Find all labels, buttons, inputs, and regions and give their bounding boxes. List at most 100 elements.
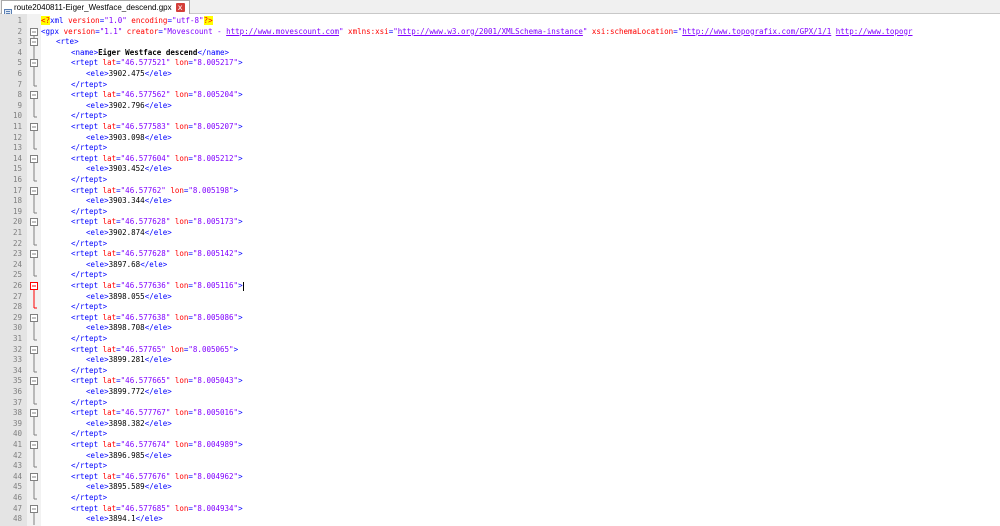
code-line[interactable]: </rtept>	[71, 207, 107, 218]
close-icon[interactable]: x	[175, 3, 185, 12]
code-line[interactable]: </rtept>	[71, 270, 107, 281]
code-line[interactable]: </rtept>	[71, 366, 107, 377]
fold-minus-icon[interactable]	[30, 217, 38, 229]
code-token: lat	[98, 344, 117, 354]
fold-minus-icon[interactable]	[30, 37, 38, 49]
fold-minus-icon[interactable]	[30, 408, 38, 420]
code-editor[interactable]: 1 2 3 4 5 6 7 8 9 10 11 12 13 14 15 16 17 18 19 20 21 22 23 24 2…	[0, 14, 1000, 526]
code-line[interactable]: <rtept lat="46.577562" lon="8.005204">	[71, 90, 243, 101]
fold-minus-icon[interactable]	[30, 90, 38, 102]
code-line[interactable]: <rtept lat="46.577583" lon="8.005207">	[71, 122, 243, 133]
code-token: "46.577665"	[120, 376, 171, 386]
fold-end	[30, 143, 38, 154]
fold-minus-icon[interactable]	[30, 345, 38, 356]
code-token: <?	[41, 16, 51, 25]
code-line[interactable]: <ele>3896.985</ele>	[86, 451, 172, 462]
code-line[interactable]: <rtept lat="46.577604" lon="8.005212">	[71, 154, 243, 165]
code-token: </	[71, 302, 81, 312]
code-line[interactable]: </rtept>	[71, 334, 107, 345]
editor-window: route2040811-Eiger_Westface_descend.gpx …	[0, 0, 1000, 526]
code-line[interactable]: </rtept>	[71, 429, 107, 440]
code-line[interactable]: <ele>3902.874</ele>	[86, 228, 172, 239]
code-line[interactable]: <ele>3894.1</ele>	[86, 514, 163, 525]
code-token: "46.577638"	[120, 312, 171, 322]
code-token: 3902.796	[108, 100, 145, 110]
code-token: ele	[90, 291, 105, 301]
code-token: ?>	[203, 16, 213, 25]
fold-minus-icon[interactable]	[30, 472, 38, 483]
fold-minus-icon[interactable]	[30, 186, 38, 197]
code-line[interactable]: </rtept>	[71, 398, 107, 409]
code-line[interactable]: </rtept>	[71, 143, 107, 154]
code-area[interactable]: <?xml version="1.0" encoding="utf-8"?> <g…	[41, 14, 1000, 526]
code-line[interactable]: <ele>3902.475</ele>	[86, 69, 172, 80]
code-line[interactable]: <rtept lat="46.577636" lon="8.005116">	[71, 281, 244, 292]
code-token: lat	[98, 217, 117, 227]
code-token: >	[158, 514, 163, 524]
code-line[interactable]: <ele>3898.382</ele>	[86, 419, 172, 430]
fold-line	[30, 418, 38, 430]
code-line[interactable]: </rtept>	[71, 111, 107, 122]
code-line[interactable]: <ele>3898.055</ele>	[86, 292, 172, 303]
code-token: 3898.382	[108, 418, 145, 428]
code-line[interactable]: <rtept lat="46.57765" lon="8.005065">	[71, 345, 238, 356]
code-line[interactable]: <rtept lat="46.57762" lon="8.005198">	[71, 186, 238, 197]
code-line[interactable]: <rtept lat="46.577676" lon="8.004962">	[71, 472, 243, 483]
tab-gpx-file[interactable]: route2040811-Eiger_Westface_descend.gpx …	[1, 0, 190, 18]
fold-line	[30, 69, 38, 80]
code-line[interactable]: <rtept lat="46.577638" lon="8.005086">	[71, 313, 243, 324]
code-line[interactable]: <rtept lat="46.577767" lon="8.005016">	[71, 408, 243, 419]
fold-minus-icon[interactable]	[30, 504, 38, 515]
code-line[interactable]: <gpx version="1.1" creator="Movescount -…	[41, 27, 913, 38]
line-number: 17	[12, 185, 22, 195]
code-line[interactable]: <rtept lat="46.577685" lon="8.004934">	[71, 504, 243, 515]
code-line[interactable]: <ele>3902.796</ele>	[86, 101, 172, 112]
file-saved-icon	[4, 3, 12, 18]
code-line[interactable]: </rtept>	[71, 461, 107, 472]
line-number: 14	[12, 153, 22, 163]
fold-minus-icon[interactable]	[30, 27, 38, 38]
code-token: "8.005043"	[192, 376, 239, 386]
code-line[interactable]: <ele>3898.708</ele>	[86, 323, 172, 334]
code-token: </	[144, 228, 154, 237]
code-line[interactable]: <ele>3897.68</ele>	[86, 260, 167, 271]
code-line[interactable]: <ele>3903.344</ele>	[86, 196, 172, 207]
code-token: "8.005217"	[192, 58, 239, 68]
code-line[interactable]: </rtept>	[71, 493, 107, 504]
fold-end	[30, 334, 38, 345]
code-line[interactable]: </rtept>	[71, 239, 107, 250]
fold-minus-icon[interactable]	[30, 58, 38, 70]
code-line[interactable]: <rtept lat="46.577674" lon="8.004989">	[71, 440, 243, 451]
fold-minus-icon[interactable]	[30, 313, 38, 324]
fold-minus-icon[interactable]	[30, 154, 38, 165]
code-token: name	[75, 47, 94, 57]
fold-minus-icon[interactable]	[30, 249, 38, 261]
code-line[interactable]: <ele>3903.452</ele>	[86, 164, 172, 175]
code-line[interactable]: <?xml version="1.0" encoding="utf-8"?>	[41, 16, 213, 27]
fold-line	[30, 450, 38, 462]
line-number: 20	[12, 217, 22, 227]
code-line[interactable]: </rtept>	[71, 80, 107, 91]
fold-minus-icon[interactable]	[30, 440, 38, 451]
code-line[interactable]: <rtept lat="46.577521" lon="8.005217">	[71, 58, 243, 69]
code-line[interactable]: <rtept lat="46.577628" lon="8.005173">	[71, 217, 243, 228]
line-number: 40	[12, 429, 22, 439]
code-line[interactable]: <name>Eiger Westface descend</name>	[71, 48, 229, 59]
code-line[interactable]: <ele>3903.098</ele>	[86, 133, 172, 144]
fold-minus-icon[interactable]	[30, 122, 38, 133]
code-token: >	[238, 440, 243, 449]
code-token: lon	[165, 344, 184, 354]
code-line[interactable]: <rte>	[56, 37, 79, 48]
line-number: 42	[12, 450, 22, 460]
code-line[interactable]: <ele>3899.772</ele>	[86, 387, 172, 398]
code-line[interactable]: <rtept lat="46.577665" lon="8.005043">	[71, 376, 243, 387]
fold-end	[30, 270, 38, 281]
code-line[interactable]: </rtept>	[71, 175, 107, 186]
fold-minus-icon[interactable]	[30, 281, 38, 292]
code-line[interactable]: <ele>3899.281</ele>	[86, 355, 172, 366]
code-line[interactable]: <ele>3895.589</ele>	[86, 482, 172, 493]
code-token: rtept	[75, 281, 99, 290]
fold-minus-icon[interactable]	[30, 376, 38, 388]
code-line[interactable]: </rtept>	[71, 302, 107, 313]
code-line[interactable]: <rtept lat="46.577628" lon="8.005142">	[71, 249, 243, 260]
